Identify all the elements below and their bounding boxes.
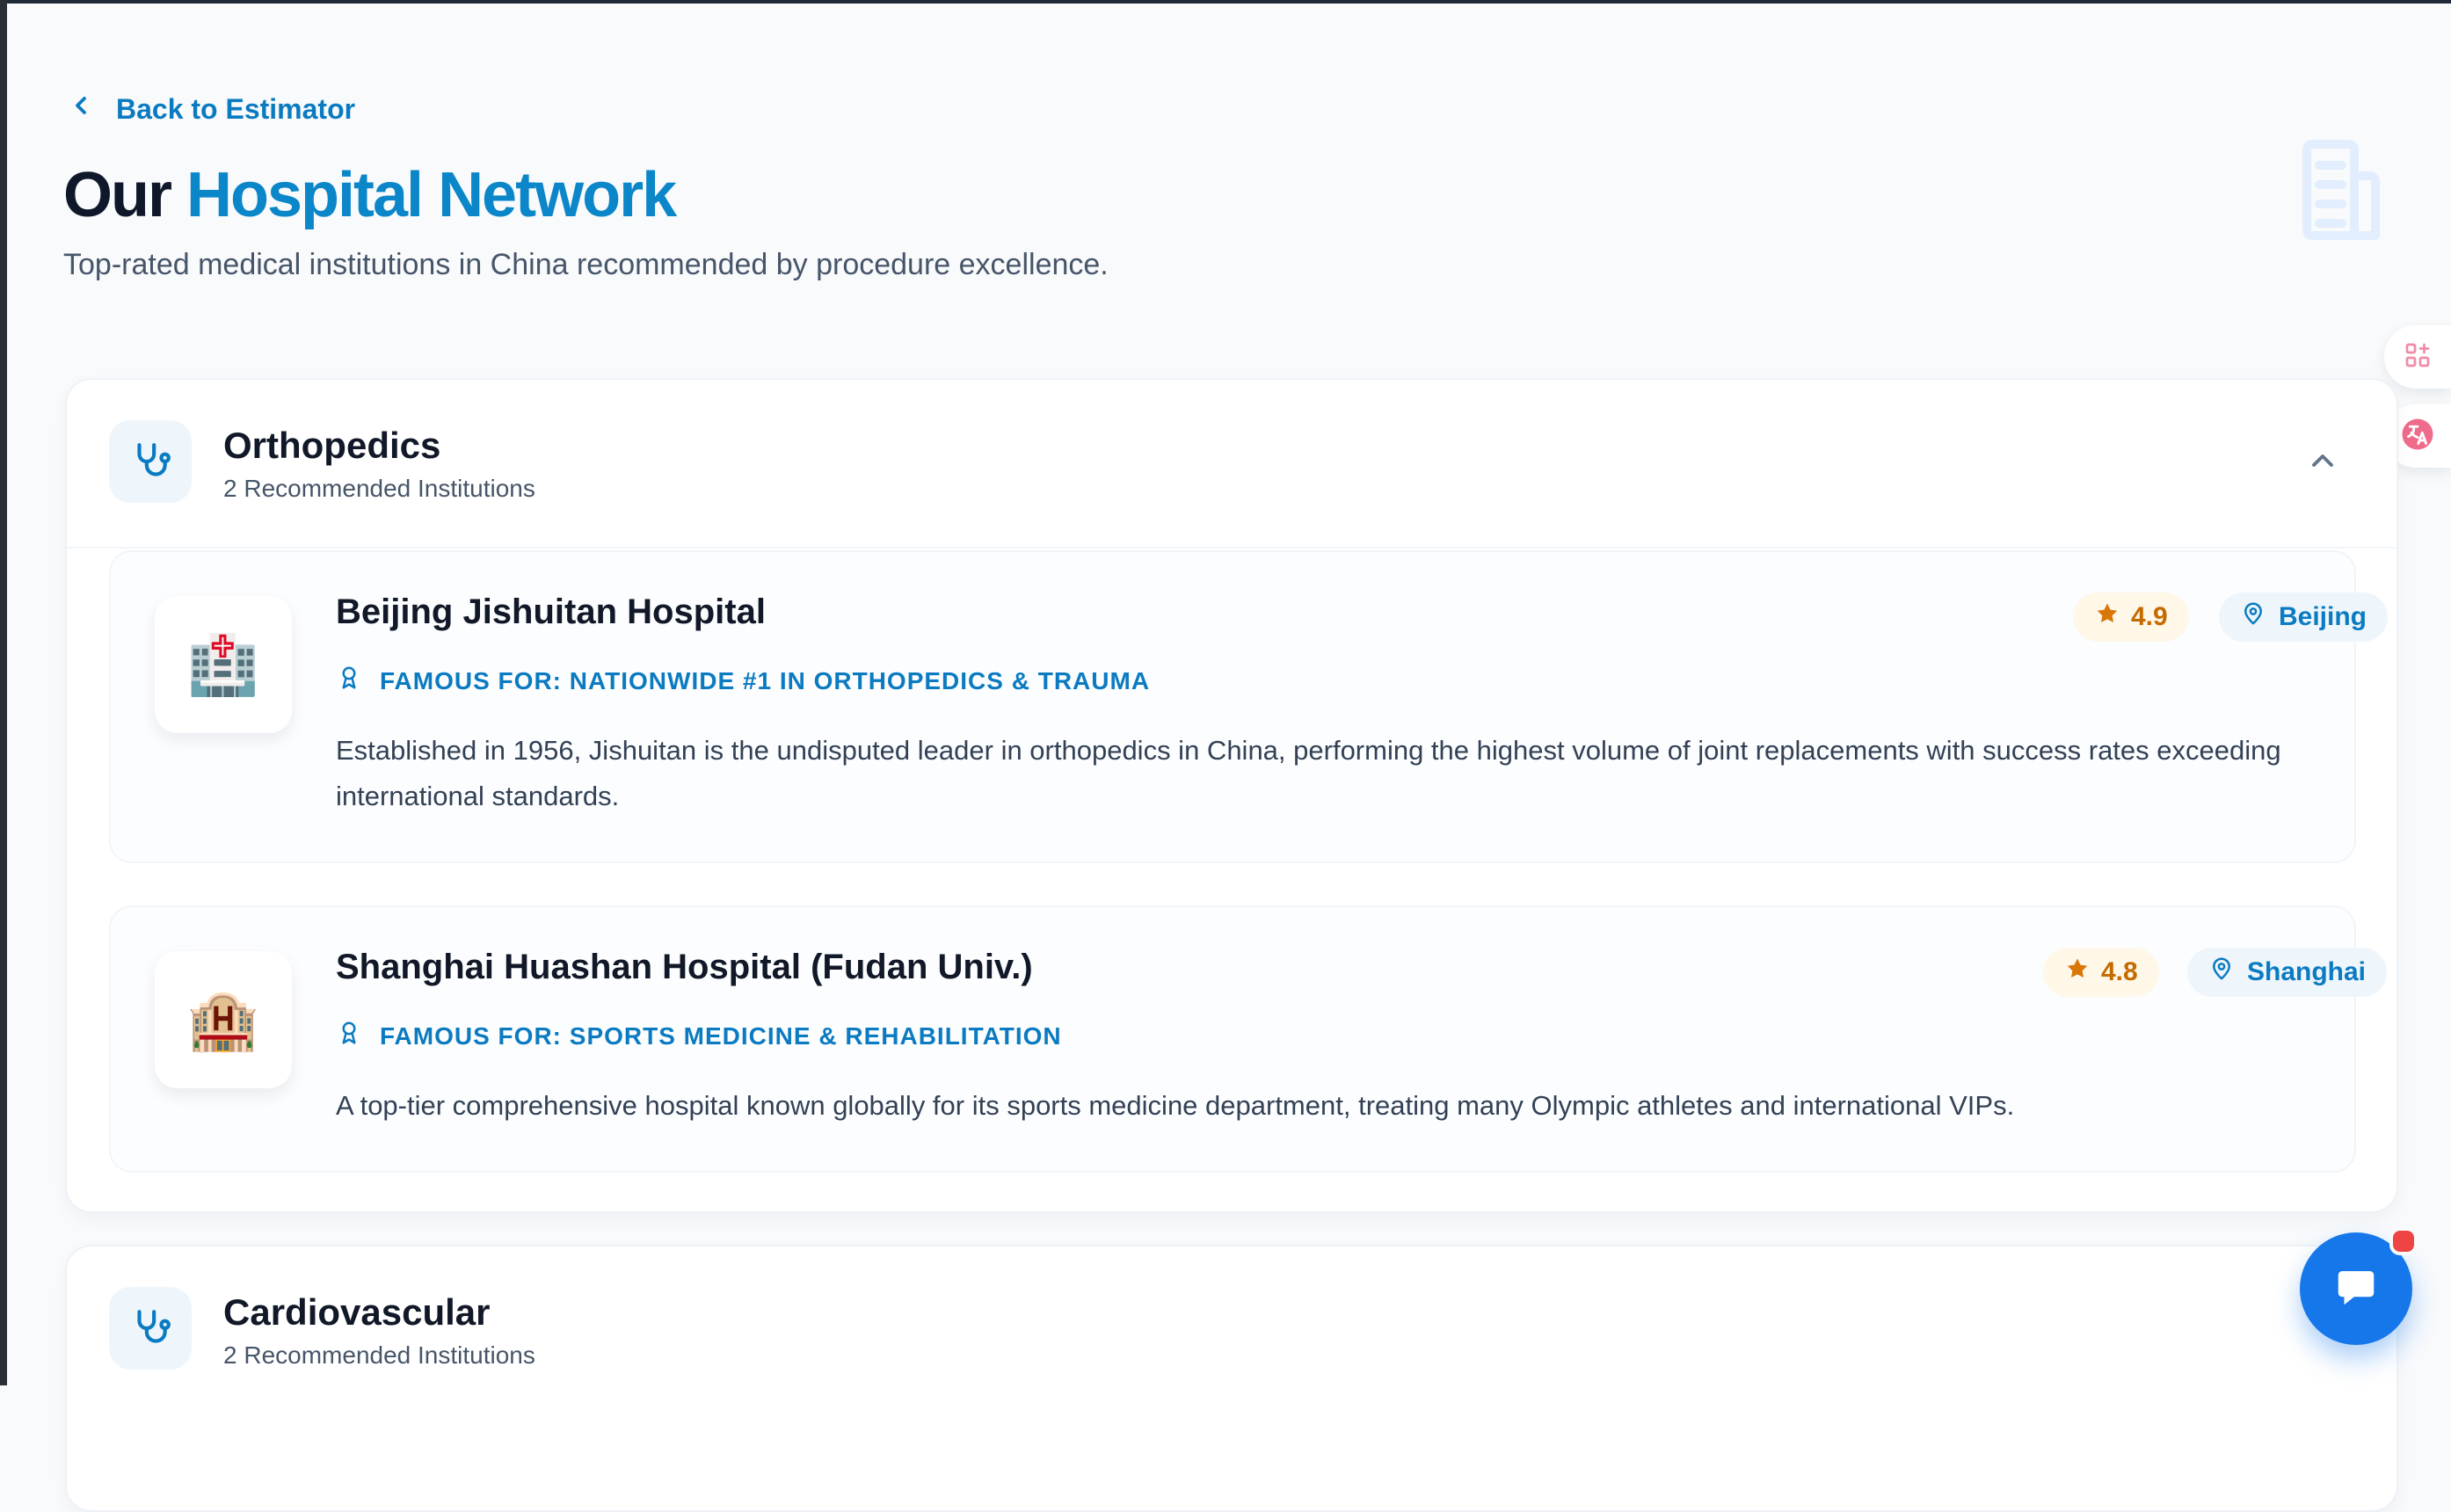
rating-badge: 4.9 bbox=[2073, 592, 2189, 642]
location-badge: Shanghai bbox=[2187, 948, 2388, 997]
hospital-description: A top-tier comprehensive hospital known … bbox=[336, 1090, 2015, 1121]
page-title: Our Hospital Network bbox=[63, 156, 677, 234]
back-link-label: Back to Estimator bbox=[116, 92, 356, 125]
famous-for-text: FAMOUS FOR: NATIONWIDE #1 IN ORTHOPEDICS… bbox=[380, 666, 1151, 694]
orthopedics-section: Orthopedics 2 Recommended Institutions 🏥… bbox=[65, 378, 2398, 1213]
back-to-estimator-link[interactable]: Back to Estimator bbox=[67, 91, 355, 127]
orthopedics-title: Orthopedics bbox=[223, 425, 441, 466]
map-pin-icon bbox=[2208, 956, 2235, 989]
hospital-icon: 🏥 bbox=[155, 596, 292, 733]
rating-value: 4.9 bbox=[2131, 602, 2168, 631]
title-accent: Hospital Network bbox=[186, 160, 677, 230]
hospital-name: Shanghai Huashan Hospital (Fudan Univ.) bbox=[336, 948, 1033, 986]
location-badge: Beijing bbox=[2219, 592, 2389, 642]
orthopedics-count: 2 Recommended Institutions bbox=[223, 475, 535, 502]
rating-value: 4.8 bbox=[2101, 957, 2138, 986]
section-divider bbox=[67, 547, 2396, 549]
cardiovascular-header[interactable]: Cardiovascular 2 Recommended Institution… bbox=[109, 1287, 535, 1370]
stethoscope-icon bbox=[109, 1287, 192, 1370]
rating-badge: 4.8 bbox=[2043, 948, 2159, 997]
famous-for-text: FAMOUS FOR: SPORTS MEDICINE & REHABILITA… bbox=[380, 1021, 1062, 1050]
cardiovascular-title: Cardiovascular bbox=[223, 1291, 491, 1333]
apps-float-button[interactable] bbox=[2384, 325, 2451, 389]
chat-icon bbox=[2332, 1263, 2380, 1315]
notification-badge bbox=[2389, 1227, 2418, 1255]
hospital-card-huashan[interactable]: 🏨 Shanghai Huashan Hospital (Fudan Univ.… bbox=[109, 905, 2388, 1173]
location-value: Beijing bbox=[2279, 602, 2367, 631]
apps-icon bbox=[2402, 339, 2433, 375]
star-icon bbox=[2064, 956, 2091, 989]
hospital-card-jishuitan[interactable]: 🏥 Beijing Jishuitan Hospital 4.9 Beijing bbox=[109, 550, 2389, 863]
chevron-up-icon[interactable] bbox=[2305, 443, 2340, 478]
ribbon-icon bbox=[336, 1020, 362, 1052]
window-left-border bbox=[0, 0, 7, 1385]
orthopedics-header[interactable]: Orthopedics 2 Recommended Institutions bbox=[109, 420, 535, 503]
cardiovascular-section: Cardiovascular 2 Recommended Institution… bbox=[65, 1245, 2398, 1512]
page-subtitle: Top-rated medical institutions in China … bbox=[63, 248, 1109, 281]
famous-for-tag: FAMOUS FOR: NATIONWIDE #1 IN ORTHOPEDICS… bbox=[336, 665, 1150, 697]
orthopedics-heading-group: Orthopedics 2 Recommended Institutions bbox=[223, 420, 535, 503]
famous-for-tag: FAMOUS FOR: SPORTS MEDICINE & REHABILITA… bbox=[336, 1020, 1062, 1052]
chevron-left-icon bbox=[67, 91, 95, 127]
map-pin-icon bbox=[2240, 600, 2266, 634]
title-prefix: Our bbox=[63, 160, 172, 230]
building-icon bbox=[2282, 132, 2400, 250]
hospital-name: Beijing Jishuitan Hospital bbox=[336, 592, 766, 631]
hospital-description: Established in 1956, Jishuitan is the un… bbox=[336, 735, 2281, 811]
location-value: Shanghai bbox=[2247, 957, 2367, 986]
star-icon bbox=[2094, 600, 2120, 634]
window-top-border bbox=[0, 0, 2451, 4]
stethoscope-icon bbox=[109, 420, 192, 503]
cardiovascular-heading-group: Cardiovascular 2 Recommended Institution… bbox=[223, 1287, 535, 1370]
hospital-icon: 🏨 bbox=[155, 951, 292, 1088]
ribbon-icon bbox=[336, 665, 362, 697]
cardiovascular-count: 2 Recommended Institutions bbox=[223, 1341, 535, 1369]
translate-icon bbox=[2399, 416, 2436, 457]
